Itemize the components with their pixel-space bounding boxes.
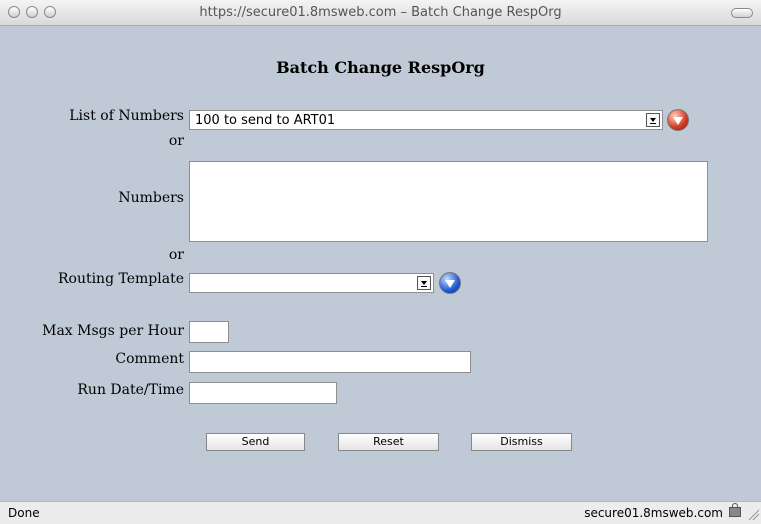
routing-template-action-button[interactable]	[439, 272, 461, 294]
page-content: Batch Change RespOrg List of Numbers 100…	[0, 26, 761, 501]
list-of-numbers-select[interactable]: 100 to send to ART01	[189, 110, 663, 130]
status-bar: Done secure01.8msweb.com	[0, 501, 761, 524]
chevron-down-icon	[445, 280, 455, 288]
chevron-down-icon	[646, 113, 660, 127]
chevron-down-icon	[417, 276, 431, 290]
or-label-1: or	[168, 133, 184, 149]
max-msgs-label: Max Msgs per Hour	[42, 323, 184, 339]
browser-window: https://secure01.8msweb.com – Batch Chan…	[0, 0, 761, 524]
reset-button[interactable]: Reset	[338, 433, 439, 451]
status-domain: secure01.8msweb.com	[584, 506, 723, 520]
max-msgs-input[interactable]	[189, 321, 229, 343]
status-text: Done	[8, 506, 40, 520]
routing-template-select[interactable]	[189, 273, 434, 293]
dismiss-button[interactable]: Dismiss	[471, 433, 572, 451]
title-bar: https://secure01.8msweb.com – Batch Chan…	[0, 0, 761, 26]
numbers-label: Numbers	[118, 190, 184, 206]
run-datetime-label: Run Date/Time	[77, 382, 184, 398]
toolbar-toggle-button[interactable]	[731, 8, 753, 18]
run-datetime-input[interactable]	[189, 382, 337, 404]
send-button[interactable]: Send	[206, 433, 305, 451]
comment-input[interactable]	[189, 351, 471, 373]
routing-template-label: Routing Template	[57, 271, 184, 287]
list-of-numbers-selected-value: 100 to send to ART01	[195, 113, 336, 128]
list-of-numbers-label: List of Numbers	[69, 108, 184, 124]
numbers-textarea[interactable]	[189, 161, 708, 242]
comment-label: Comment	[115, 351, 184, 367]
page-title: Batch Change RespOrg	[276, 58, 485, 77]
resize-handle-icon[interactable]	[747, 508, 759, 520]
lock-icon[interactable]	[729, 503, 741, 517]
window-title: https://secure01.8msweb.com – Batch Chan…	[199, 5, 562, 20]
list-of-numbers-action-button[interactable]	[667, 109, 689, 131]
chevron-down-icon	[673, 117, 683, 125]
or-label-2: or	[168, 247, 184, 263]
